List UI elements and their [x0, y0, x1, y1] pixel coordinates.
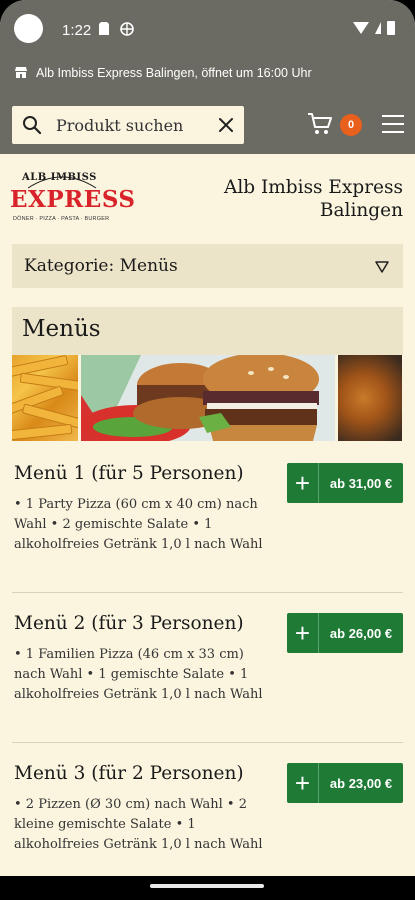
status-time: 1:22 [62, 22, 92, 39]
product-divider [12, 592, 403, 593]
add-to-cart-button[interactable]: + ab 31,00 € [287, 463, 403, 503]
product-title: Menü 1 (für 5 Personen) [14, 463, 244, 484]
fries-image [12, 355, 78, 441]
plus-icon: + [287, 463, 319, 503]
battery-icon [387, 21, 395, 35]
product-item[interactable]: Menü 3 (für 2 Personen) • 2 Pizzen (Ø 30… [12, 763, 403, 873]
app-header: 0 [0, 88, 415, 154]
opening-hours-banner: Alb Imbiss Express Balingen, öffnet um 1… [0, 58, 415, 88]
system-navigation-bar [0, 876, 415, 900]
restaurant-logo[interactable]: ALB IMBISS EXPRESS DÖNER · PIZZA · PASTA… [10, 170, 135, 232]
category-image-strip [12, 355, 403, 441]
logo-main-text: EXPRESS [10, 186, 136, 213]
product-description: • 1 Familien Pizza (46 cm x 33 cm) nach … [14, 647, 263, 702]
restaurant-name-line1: Alb Imbiss Express [223, 177, 403, 198]
category-label: Kategorie: Menüs [24, 256, 178, 276]
clear-search-icon[interactable] [216, 115, 236, 135]
product-item[interactable]: Menü 2 (für 3 Personen) • 1 Familien Piz… [12, 613, 403, 733]
app-screen: 1:22 Alb Imbiss Express Balingen, öffnet… [0, 0, 415, 900]
add-to-cart-button[interactable]: + ab 26,00 € [287, 613, 403, 653]
search-input[interactable] [56, 112, 216, 138]
search-icon[interactable] [22, 115, 42, 135]
wifi-icon [353, 22, 369, 34]
home-gesture-handle[interactable] [150, 884, 264, 888]
section-title: Menüs [22, 316, 101, 342]
add-to-cart-button[interactable]: + ab 23,00 € [287, 763, 403, 803]
product-price: ab 31,00 € [329, 475, 393, 491]
logo-top-text: ALB IMBISS [22, 172, 97, 183]
plus-icon: + [287, 763, 319, 803]
category-selector[interactable]: Kategorie: Menüs [12, 244, 403, 288]
cart-count-badge[interactable]: 0 [340, 114, 362, 136]
section-header: Menüs [12, 307, 403, 355]
restaurant-brand: ALB IMBISS EXPRESS DÖNER · PIZZA · PASTA… [0, 154, 415, 240]
plus-icon: + [287, 613, 319, 653]
product-title: Menü 3 (für 2 Personen) [14, 763, 244, 784]
burger-image [81, 355, 335, 441]
product-price: ab 23,00 € [329, 775, 393, 791]
sim-card-icon [99, 22, 109, 38]
store-icon [14, 65, 28, 82]
dropdown-arrow-icon [375, 260, 389, 273]
opening-hours-text: Alb Imbiss Express Balingen, öffnet um 1… [36, 66, 312, 80]
status-bar: 1:22 [0, 0, 415, 58]
vpn-icon [120, 22, 134, 39]
restaurant-name-line2: Balingen [319, 200, 403, 221]
status-indicators [353, 21, 395, 35]
search-box [12, 106, 244, 144]
cart-icon[interactable] [307, 112, 333, 136]
logo-sub-text: DÖNER · PIZZA · PASTA · BURGER [13, 216, 110, 222]
signal-icon [375, 22, 381, 34]
hamburger-menu-icon[interactable] [382, 115, 404, 133]
product-divider [12, 742, 403, 743]
product-item[interactable]: Menü 1 (für 5 Personen) • 1 Party Pizza … [12, 463, 403, 583]
product-price: ab 26,00 € [329, 625, 393, 641]
product-description: • 1 Party Pizza (60 cm x 40 cm) nach Wah… [14, 497, 263, 552]
product-title: Menü 2 (für 3 Personen) [14, 613, 244, 634]
restaurant-name: Alb Imbiss Express Balingen [203, 176, 403, 222]
nuggets-image [338, 355, 402, 441]
camera-cutout [14, 14, 43, 43]
product-description: • 2 Pizzen (Ø 30 cm) nach Wahl • 2 klein… [14, 797, 263, 852]
